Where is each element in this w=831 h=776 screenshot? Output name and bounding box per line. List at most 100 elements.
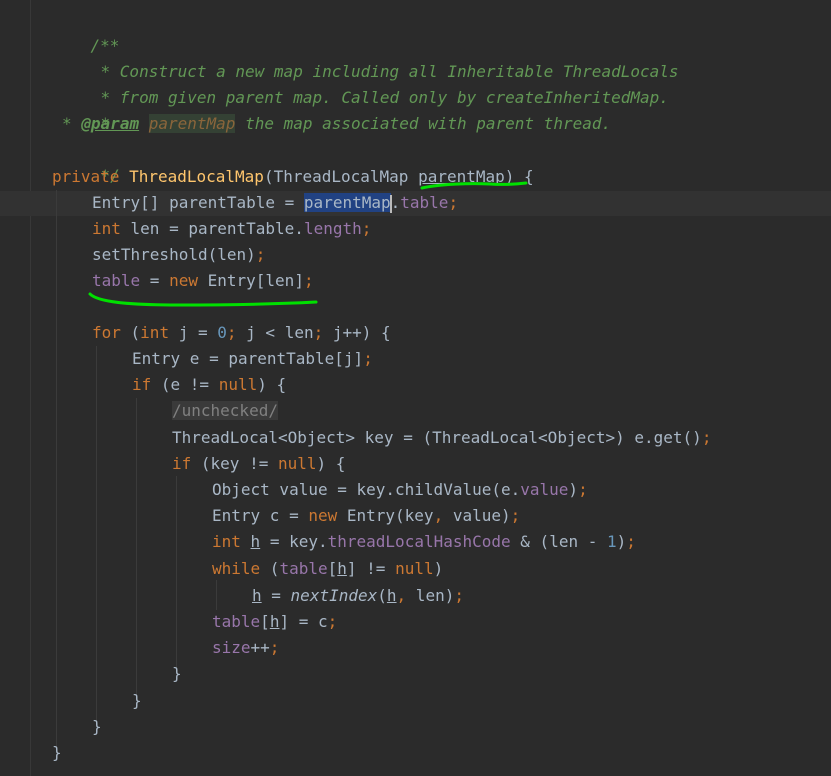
code-line[interactable]: int h = key.threadLocalHashCode & (len -… [212, 529, 636, 555]
field-ref: table [279, 559, 328, 578]
variable-h: h [269, 612, 280, 631]
code-text: Object value = key.childValue(e. [212, 480, 521, 499]
code-text: ) [568, 480, 579, 499]
semicolon: ; [578, 480, 588, 499]
code-line[interactable]: setThreshold(len); [92, 242, 265, 268]
code-text: . [390, 193, 401, 212]
code-line[interactable]: * Construct a new map including all Inhe… [62, 33, 679, 81]
indent-guide [216, 580, 217, 610]
code-text: ] = c [279, 612, 328, 631]
semicolon: ; [255, 245, 266, 264]
code-line[interactable]: Entry[] parentTable = parentMap.table; [92, 190, 458, 216]
code-line[interactable]: table[h] = c; [212, 609, 337, 635]
number-literal: 1 [606, 532, 617, 551]
param-name: parentMap [148, 114, 236, 133]
code-line[interactable]: } [172, 661, 182, 687]
code-text: = [261, 586, 291, 605]
code-line[interactable]: size++; [212, 635, 279, 661]
code-text: ThreadLocal<Object> key = (ThreadLocal<O… [172, 428, 702, 447]
keyword: private [52, 167, 120, 186]
selected-text: parentMap [303, 193, 391, 212]
semicolon: ; [701, 428, 712, 447]
code-line[interactable]: } [92, 714, 102, 740]
semicolon: ; [303, 271, 314, 290]
semicolon: ; [626, 532, 636, 551]
number-literal: 0 [217, 323, 227, 342]
code-line[interactable]: while (table[h] != null) [212, 556, 443, 582]
keyword: null [218, 375, 258, 394]
variable-h: h [337, 559, 347, 578]
code-line[interactable]: int len = parentTable.length; [92, 216, 371, 242]
variable-h: h [250, 532, 261, 551]
gutter-divider [30, 0, 31, 776]
code-text: Entry(key [337, 506, 434, 525]
code-text: = [140, 271, 170, 290]
semicolon: ; [510, 506, 521, 525]
code-text: (e != [151, 375, 219, 394]
keyword: new [169, 271, 198, 290]
keyword: while [212, 559, 261, 578]
code-line[interactable]: } [132, 688, 142, 714]
keyword: int [92, 219, 121, 238]
code-text: setThreshold(len) [92, 245, 256, 264]
keyword: null [277, 454, 317, 473]
semicolon: ; [363, 349, 373, 368]
code-text: value) [443, 506, 511, 525]
semicolon: ; [327, 612, 338, 631]
code-line[interactable]: * [62, 85, 111, 133]
variable-h: h [386, 586, 397, 605]
code-line[interactable]: if (key != null) { [172, 451, 345, 477]
code-line[interactable]: for (int j = 0; j < len; j++) { [92, 320, 391, 346]
code-text: Entry c = [212, 506, 309, 525]
code-line[interactable]: /** [52, 7, 120, 55]
code-text: ) [433, 559, 444, 578]
code-text: Entry[len] [197, 271, 304, 290]
code-text: [ [327, 559, 338, 578]
code-line[interactable]: Entry c = new Entry(key, value); [212, 503, 520, 529]
keyword: for [92, 323, 121, 342]
code-text: ( [120, 323, 141, 342]
doc-comment-star: * [62, 114, 72, 133]
field-ref: table [400, 193, 449, 212]
param-tag: @param [81, 114, 140, 133]
code-line[interactable]: * @param parentMap the map associated wi… [62, 111, 611, 137]
code-line[interactable]: Object value = key.childValue(e.value); [212, 477, 588, 503]
comma: , [433, 506, 444, 525]
code-line[interactable]: ThreadLocal<Object> key = (ThreadLocal<O… [172, 425, 711, 451]
code-line[interactable]: * from given parent map. Called only by … [62, 59, 669, 107]
code-editor[interactable]: /** * Construct a new map including all … [0, 0, 831, 776]
annotation-underline-table [88, 292, 318, 307]
code-line[interactable]: */ [62, 137, 120, 185]
code-line[interactable]: Entry e = parentTable[j]; [132, 346, 373, 372]
closing-brace: } [172, 664, 182, 683]
keyword: int [212, 532, 241, 551]
code-text: ] != [346, 559, 396, 578]
code-line[interactable]: h = nextIndex(h, len); [252, 583, 464, 609]
code-line[interactable]: /unchecked/ [172, 398, 278, 424]
keyword: null [395, 559, 434, 578]
semicolon: ; [269, 638, 280, 657]
code-text: ++ [250, 638, 270, 657]
constructor-name: ThreadLocalMap [129, 167, 264, 186]
comma: , [396, 586, 407, 605]
field-ref: threadLocalHashCode [327, 532, 511, 551]
code-line[interactable]: } [52, 740, 62, 766]
code-text: ) [616, 532, 627, 551]
semicolon: ; [313, 323, 324, 342]
suppress-comment: /unchecked/ [172, 401, 278, 420]
semicolon: ; [361, 219, 372, 238]
code-text: len) [406, 586, 455, 605]
code-line[interactable]: if (e != null) { [132, 372, 286, 398]
code-text: j = [169, 323, 218, 342]
field-ref: table [92, 271, 141, 290]
field-ref: length [303, 219, 362, 238]
indent-guide [176, 476, 177, 672]
field-ref: value [520, 480, 569, 499]
code-text: Entry e = parentTable[j] [132, 349, 364, 368]
code-text: & (len - [510, 532, 607, 551]
closing-brace: } [92, 717, 102, 736]
keyword: new [308, 506, 338, 525]
code-text: len = parentTable. [120, 219, 304, 238]
static-method: nextIndex [290, 586, 378, 605]
annotation-underline-param [420, 181, 528, 190]
